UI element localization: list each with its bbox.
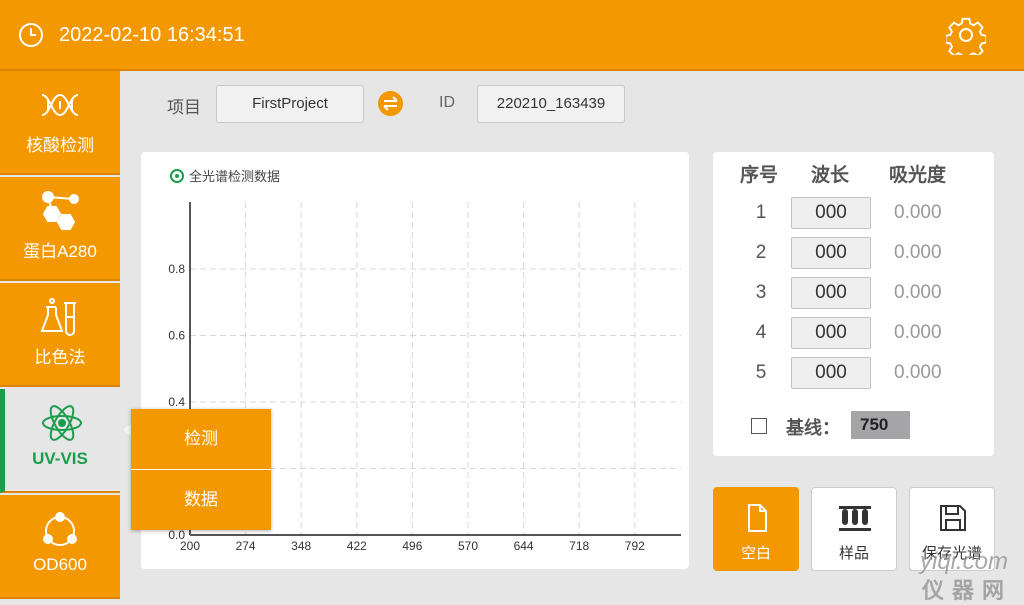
x-tick-label: 792 bbox=[625, 539, 645, 553]
absorbance-value: 0.000 bbox=[894, 242, 942, 263]
test-tubes-icon bbox=[839, 506, 871, 531]
x-tick-label: 496 bbox=[402, 539, 422, 553]
column-header-index: 序号 bbox=[740, 164, 779, 186]
absorbance-value: 0.000 bbox=[894, 322, 942, 343]
sidebar-item-label: OD600 bbox=[33, 555, 87, 574]
flask-icon bbox=[40, 298, 76, 336]
sidebar-item-od600[interactable]: OD600 bbox=[0, 495, 120, 599]
project-name-field[interactable]: FirstProject bbox=[216, 85, 364, 123]
column-header-wavelength: 波长 bbox=[811, 164, 850, 186]
wavelength-input[interactable]: 000 bbox=[791, 317, 871, 349]
watermark-logo: yiqi.com 仪器网 bbox=[902, 548, 1024, 604]
sidebar: 核酸检测 蛋白A280 比色法 UV-VIS OD600 bbox=[0, 71, 120, 600]
x-tick-label: 200 bbox=[180, 539, 200, 553]
x-tick-label: 718 bbox=[569, 539, 589, 553]
sidebar-item-protein-a280[interactable]: 蛋白A280 bbox=[0, 177, 120, 281]
wavelength-input[interactable]: 000 bbox=[791, 197, 871, 229]
top-bar: 2022-02-10 16:34:51 bbox=[0, 0, 1024, 71]
row-index: 1 bbox=[755, 202, 767, 223]
absorbance-value: 0.000 bbox=[894, 362, 942, 383]
gear-icon[interactable] bbox=[946, 15, 986, 55]
absorbance-value: 0.000 bbox=[894, 282, 942, 303]
baseline-checkbox[interactable] bbox=[751, 418, 767, 434]
sidebar-item-label: UV-VIS bbox=[32, 449, 88, 468]
document-icon bbox=[748, 504, 767, 532]
popup-item-data[interactable]: 数据 bbox=[131, 470, 271, 530]
x-tick-label: 274 bbox=[236, 539, 256, 553]
sidebar-item-label: 蛋白A280 bbox=[23, 242, 97, 261]
wavelength-input[interactable]: 000 bbox=[791, 357, 871, 389]
legend-marker-icon bbox=[170, 169, 184, 183]
popup-item-detect[interactable]: 检测 bbox=[131, 409, 271, 469]
baseline-value-field[interactable]: 750 bbox=[851, 411, 910, 439]
row-index: 5 bbox=[755, 362, 767, 383]
watermark-line1: yiqi.com bbox=[920, 548, 1009, 575]
x-tick-label: 570 bbox=[458, 539, 478, 553]
y-tick-label: 0.6 bbox=[168, 329, 185, 343]
sidebar-item-nucleic-acid[interactable]: 核酸检测 bbox=[0, 71, 120, 175]
sidebar-item-label: 比色法 bbox=[34, 348, 86, 367]
sample-button-label: 样品 bbox=[838, 544, 869, 562]
absorbance-value: 0.000 bbox=[894, 202, 942, 223]
clock-icon bbox=[19, 23, 43, 47]
sidebar-item-uv-vis[interactable]: UV-VIS bbox=[0, 389, 120, 493]
blank-button-label: 空白 bbox=[740, 544, 771, 562]
legend-label: 全光谱检测数据 bbox=[189, 170, 281, 185]
project-label: 项目 bbox=[167, 98, 201, 118]
save-icon bbox=[940, 505, 966, 531]
row-index: 3 bbox=[755, 282, 767, 303]
wavelength-input[interactable]: 000 bbox=[791, 237, 871, 269]
molecule-icon bbox=[42, 191, 79, 230]
dna-icon bbox=[41, 93, 79, 117]
id-field[interactable]: 220210_163439 bbox=[477, 85, 625, 123]
popup-caret bbox=[123, 424, 131, 436]
x-tick-label: 348 bbox=[291, 539, 311, 553]
sidebar-item-colorimetry[interactable]: 比色法 bbox=[0, 283, 120, 387]
y-tick-label: 0.8 bbox=[168, 262, 185, 276]
blank-button[interactable]: 空白 bbox=[713, 487, 799, 571]
x-tick-label: 422 bbox=[347, 539, 367, 553]
datetime-display: 2022-02-10 16:34:51 bbox=[59, 24, 245, 46]
sample-button[interactable]: 样品 bbox=[811, 487, 897, 571]
row-index: 2 bbox=[755, 242, 767, 263]
uv-vis-popup-menu: 检测 数据 bbox=[131, 409, 271, 530]
column-header-absorbance: 吸光度 bbox=[889, 164, 947, 186]
id-label: ID bbox=[439, 94, 455, 111]
baseline-label: 基线： bbox=[786, 418, 840, 439]
cycle-icon bbox=[43, 512, 77, 546]
atom-icon bbox=[42, 405, 82, 441]
swap-icon[interactable] bbox=[378, 91, 403, 116]
wavelength-input[interactable]: 000 bbox=[791, 277, 871, 309]
x-tick-label: 644 bbox=[514, 539, 534, 553]
sidebar-item-label: 核酸检测 bbox=[26, 136, 94, 155]
y-tick-label: 0.4 bbox=[168, 395, 185, 409]
watermark-line2: 仪器网 bbox=[922, 579, 1013, 604]
row-index: 4 bbox=[755, 322, 767, 343]
chart-legend[interactable]: 全光谱检测数据 bbox=[170, 166, 280, 185]
